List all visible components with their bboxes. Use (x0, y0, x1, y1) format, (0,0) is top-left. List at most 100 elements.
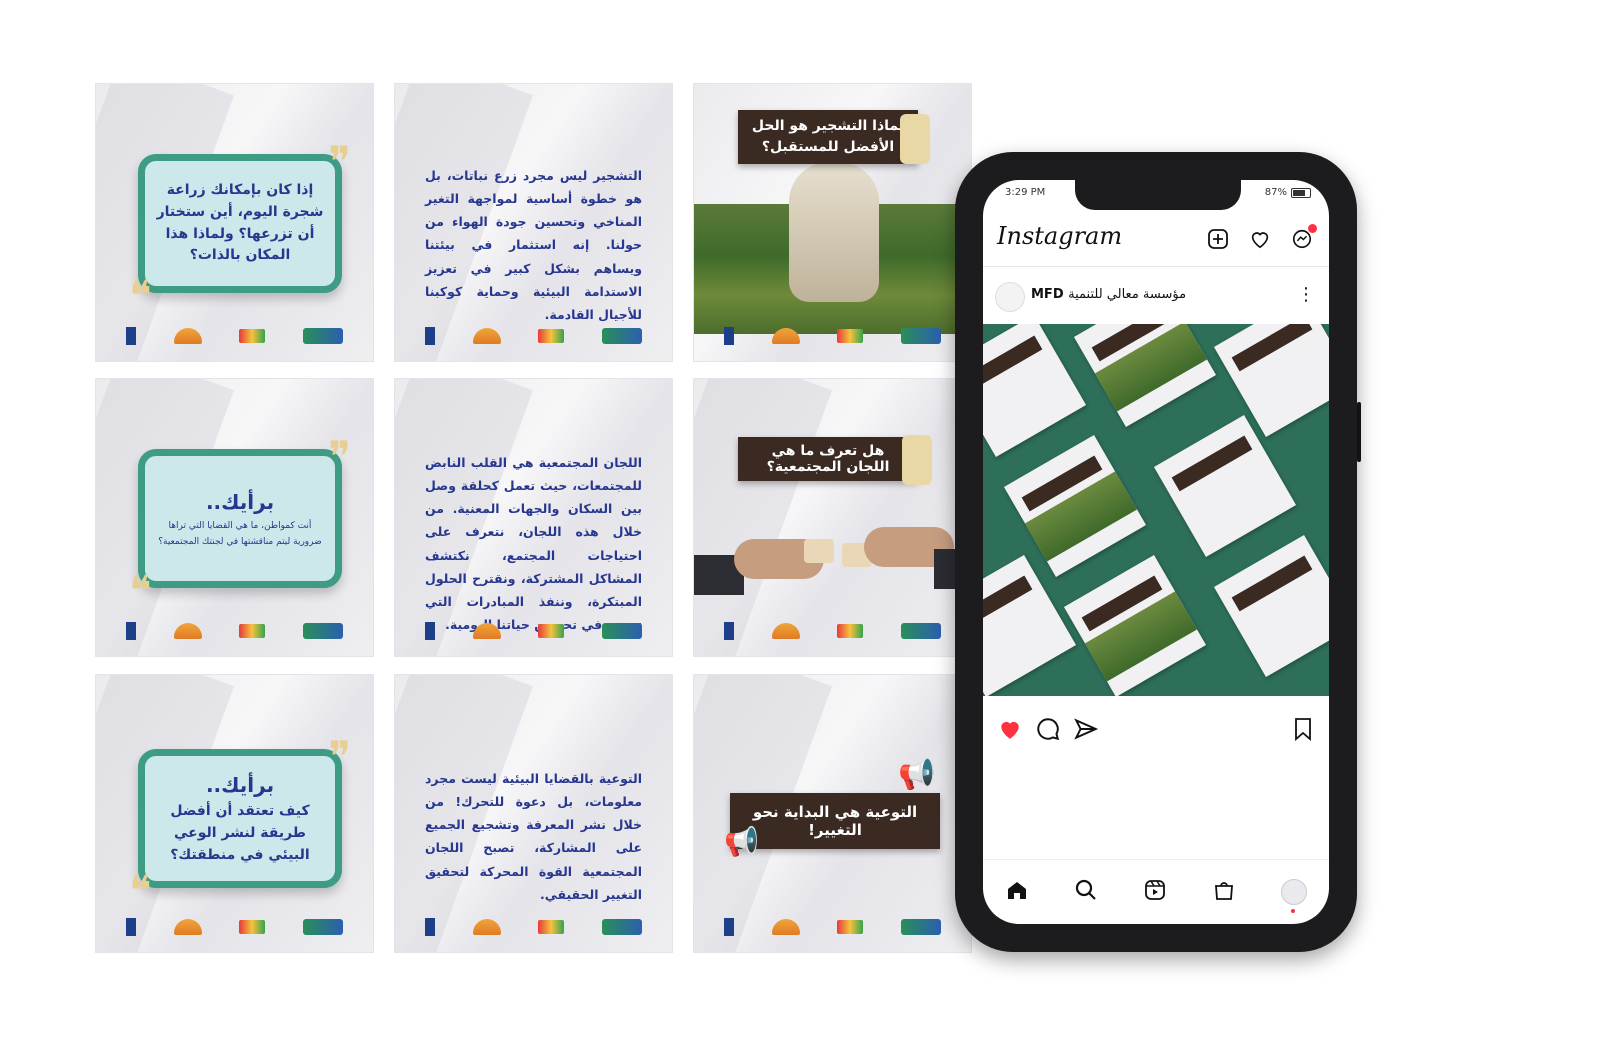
mini-post (983, 554, 1077, 696)
speech-bubble: ❞ ❝ إذا كان بإمكانك زراعة شجرة اليوم، أي… (129, 137, 351, 320)
account-name[interactable]: MFD مؤسسة معالي للتنمية (1031, 287, 1186, 302)
status-battery: 87% (1265, 187, 1311, 198)
partner-logos (425, 325, 642, 347)
quote-icon: ❝ (129, 866, 152, 915)
netherlands-logo (425, 327, 435, 345)
sanaa-logo (173, 623, 202, 639)
mini-post (1153, 414, 1297, 558)
post-tile-2: التشجير ليس مجرد زرع نباتات، بل هو خطوة … (395, 84, 672, 361)
post-header: MFD مؤسسة معالي للتنمية ⋮ (983, 278, 1329, 318)
title-banner: التوعية هي البداية نحو التغيير! (730, 793, 940, 849)
quote-icon: ❝ (129, 566, 152, 615)
mini-post (1213, 324, 1329, 438)
netherlands-logo (425, 918, 435, 936)
partner-logo (239, 920, 266, 934)
mini-post (1063, 554, 1207, 696)
partner-logos (126, 916, 343, 938)
bubble-text: كيف تعتقد أن أفضل طريقة لنشر الوعي البيئ… (170, 803, 310, 863)
heart-filled-icon[interactable] (997, 716, 1023, 746)
speech-bubble: ❞ ❝ برأيك.. أنت كمواطن، ما هي القضايا ال… (129, 432, 351, 615)
sanaa-logo (771, 623, 800, 639)
mini-post (983, 324, 1087, 458)
messenger-icon[interactable] (1289, 224, 1317, 252)
partner-logo (538, 329, 565, 343)
sanaa-logo (771, 919, 800, 935)
partner-logos (126, 325, 343, 347)
heart-icon[interactable] (1247, 226, 1273, 252)
partner-logos (724, 325, 941, 347)
scroll-icon (902, 435, 932, 485)
hands-puzzle-photo (694, 509, 971, 599)
partner-logo (837, 329, 864, 343)
sanaa-logo (472, 919, 501, 935)
partner-logo (538, 920, 565, 934)
title-text: هل تعرف ما هي اللجان المجتمعية؟ (766, 443, 890, 475)
mini-banner (1231, 555, 1313, 612)
shop-icon[interactable] (1212, 878, 1236, 906)
bubble-content: برأيك.. أنت كمواطن، ما هي القضايا التي ت… (155, 466, 325, 571)
title-text: التوعية هي البداية نحو التغيير! (752, 803, 918, 839)
quote-icon: ❞ (328, 732, 351, 781)
profile-avatar[interactable] (1280, 879, 1307, 913)
mini-banner (983, 335, 1043, 392)
quote-icon: ❞ (328, 137, 351, 186)
quote-icon: ❝ (129, 271, 152, 320)
mfd-logo (900, 919, 941, 935)
notch (1075, 180, 1241, 210)
netherlands-logo (126, 918, 136, 936)
title-text: لماذا التشجير هو الحل الأفضل للمستقبل؟ (751, 118, 905, 155)
status-time: 3:29 PM (1005, 187, 1046, 198)
comment-icon[interactable] (1035, 716, 1061, 746)
netherlands-logo (126, 622, 136, 640)
bubble-heading: برأيك.. (205, 773, 275, 798)
mfd-logo (302, 919, 343, 935)
header-actions (1205, 224, 1317, 252)
more-vertical-icon[interactable]: ⋮ (1297, 284, 1315, 305)
partner-logo (239, 624, 266, 638)
mfd-logo (601, 623, 642, 639)
netherlands-logo (724, 327, 734, 345)
account-handle: MFD (1031, 287, 1064, 302)
search-icon[interactable] (1074, 878, 1098, 906)
scroll-icon (900, 114, 930, 164)
netherlands-logo (425, 622, 435, 640)
instagram-logo[interactable]: Instagram (997, 222, 1122, 250)
instagram-header: Instagram (983, 216, 1329, 266)
mini-post (1003, 434, 1147, 578)
plus-square-icon[interactable] (1205, 226, 1231, 252)
mini-banner (1231, 324, 1313, 372)
puzzle-piece (804, 539, 834, 563)
post-image[interactable] (983, 324, 1329, 696)
partner-logo (239, 329, 266, 343)
quote-icon: ❞ (328, 432, 351, 481)
bubble-content: برأيك.. كيف تعتقد أن أفضل طريقة لنشر الو… (155, 766, 325, 871)
notification-dot (1308, 224, 1317, 233)
partner-logos (724, 620, 941, 642)
post-text: اللجان المجتمعية هي القلب النابض للمجتمع… (425, 455, 642, 632)
account-avatar[interactable] (995, 282, 1025, 312)
bubble-text: إذا كان بإمكانك زراعة شجرة اليوم، أين ست… (156, 182, 324, 264)
sanaa-logo (472, 328, 501, 344)
mfd-logo (302, 623, 343, 639)
home-icon[interactable] (1005, 878, 1029, 906)
partner-logos (425, 916, 642, 938)
partner-logos (724, 916, 941, 938)
title-banner: لماذا التشجير هو الحل الأفضل للمستقبل؟ (738, 110, 918, 164)
post-tile-6: هل تعرف ما هي اللجان المجتمعية؟ (694, 379, 971, 656)
title-banner: هل تعرف ما هي اللجان المجتمعية؟ (738, 437, 918, 481)
reels-icon[interactable] (1143, 878, 1167, 906)
post-text: التشجير ليس مجرد زرع نباتات، بل هو خطوة … (425, 168, 642, 322)
header-divider (983, 266, 1329, 267)
side-button (1357, 402, 1361, 462)
bookmark-icon[interactable] (1291, 716, 1315, 746)
post-tile-9: التوعية هي البداية نحو التغيير! 📢 📢 (694, 675, 971, 952)
mini-banner (983, 575, 1033, 632)
bottom-navigation (983, 859, 1329, 924)
mfd-logo (302, 328, 343, 344)
send-icon[interactable] (1073, 716, 1099, 746)
post-tile-5: اللجان المجتمعية هي القلب النابض للمجتمع… (395, 379, 672, 656)
post-text: التوعية بالقضايا البيئية ليست مجرد معلوم… (425, 771, 642, 902)
post-actions (983, 712, 1329, 748)
mfd-logo (900, 623, 941, 639)
mini-post (1213, 534, 1329, 678)
